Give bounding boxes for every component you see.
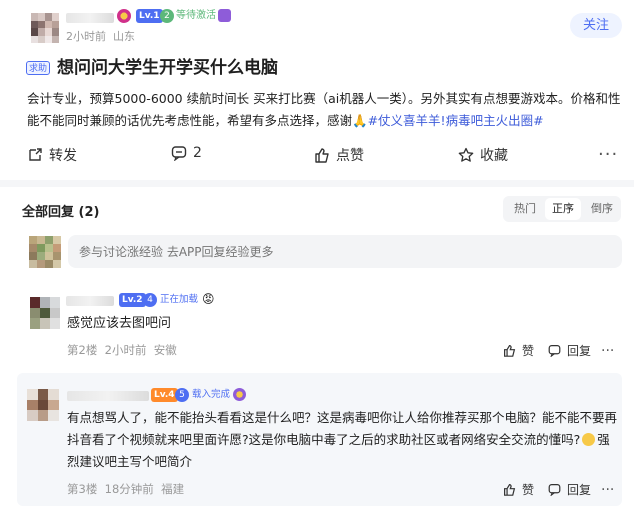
sort-toggle: 热门 正序 倒序 [503, 196, 621, 222]
comment-like-button[interactable]: 赞 [503, 342, 534, 359]
help-tag: 求助 [26, 61, 50, 75]
comment-reply-button[interactable]: 回复 [548, 481, 591, 498]
badge-purple-icon [218, 9, 231, 22]
comment-level: Lv.4 [151, 388, 178, 402]
favorite-label: 收藏 [480, 148, 508, 164]
comment-like-label: 赞 [522, 483, 535, 497]
comment-meta: 第3楼 18分钟前 福建 [67, 482, 185, 496]
post-body: 会计专业，预算5000-6000 续航时间长 买来打比赛（ai机器人一类）。另外… [27, 88, 625, 132]
post-hashtags[interactable]: #仗义喜羊羊!病毒吧主火出圈# [368, 113, 544, 128]
fire-icon: 😡 [202, 292, 215, 306]
comment-meta: 第2楼 2小时前 安徽 [67, 343, 177, 357]
post-title: 想问问大学生开学买什么电脑 [57, 58, 278, 78]
comment-text: 感觉应该去图吧问 [67, 316, 172, 331]
badge-flower-icon [117, 9, 131, 23]
like-icon [315, 148, 329, 163]
like-icon [504, 484, 516, 496]
share-label: 转发 [49, 148, 77, 164]
comment-avatar[interactable] [27, 389, 59, 421]
badge-status: 等待激活 [176, 10, 216, 21]
comment-badge-status: 载入完成 [192, 389, 231, 400]
comment-reply-button[interactable]: 回复 [548, 342, 591, 359]
post-meta: 2小时前 山东 [66, 30, 135, 43]
divider [0, 180, 634, 187]
comment-like-button[interactable]: 赞 [503, 481, 534, 498]
share-icon [29, 148, 42, 161]
comment-text-main: 有点想骂人了，能不能抬头看看这是什么吧？这是病毒吧你让人给你推荐买那个电脑？能不… [67, 410, 618, 447]
favorite-button[interactable]: 收藏 [458, 145, 508, 165]
comment-button[interactable]: 2 [171, 145, 202, 161]
comment-badge-status: 正在加载 [160, 294, 199, 305]
author-name[interactable] [66, 13, 114, 23]
reply-input[interactable] [68, 235, 622, 268]
comment-like-label: 赞 [522, 344, 535, 358]
my-avatar [29, 236, 61, 268]
comment-level: Lv.2 [119, 293, 146, 307]
comment-count: 2 [193, 145, 202, 161]
comment-badge-number: 5 [175, 388, 189, 402]
replies-title: 全部回复 (2) [22, 205, 100, 220]
comment-floor-3: Lv.4 5 载入完成 有点想骂人了，能不能抬头看看这是什么吧？这是病毒吧你让人… [17, 373, 622, 506]
comment-avatar[interactable] [30, 297, 60, 329]
comment-icon [171, 146, 187, 161]
author-avatar[interactable] [31, 13, 59, 43]
comment-username[interactable] [67, 391, 149, 401]
emoji-icon [582, 433, 596, 446]
follow-button[interactable]: 关注 [570, 13, 622, 38]
favorite-icon [458, 147, 474, 162]
more-icon[interactable]: ··· [598, 146, 618, 164]
sort-asc[interactable]: 正序 [545, 198, 581, 220]
sort-desc[interactable]: 倒序 [591, 196, 613, 222]
badge-number: 2 [160, 9, 174, 23]
like-label: 点赞 [336, 148, 364, 164]
comment-reply-label: 回复 [567, 483, 592, 497]
comment-text: 有点想骂人了，能不能抬头看看这是什么吧？这是病毒吧你让人给你推荐买那个电脑？能不… [67, 407, 619, 473]
comment-icon [548, 484, 561, 496]
badge-flower-icon [233, 388, 246, 401]
comment-icon [548, 345, 561, 357]
like-icon [504, 345, 516, 357]
comment-badge-number: 4 [143, 293, 157, 307]
more-icon[interactable]: ··· [601, 344, 614, 358]
comment-username[interactable] [66, 296, 114, 306]
more-icon[interactable]: ··· [601, 483, 614, 497]
comment-reply-label: 回复 [567, 344, 592, 358]
like-button[interactable]: 点赞 [314, 145, 364, 165]
sort-hot[interactable]: 热门 [514, 196, 536, 222]
share-button[interactable]: 转发 [27, 145, 77, 165]
level-badge: Lv.1 [136, 9, 163, 23]
